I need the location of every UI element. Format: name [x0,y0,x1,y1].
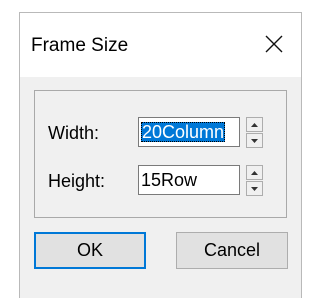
arrow-down-icon [251,186,258,191]
width-label: Width: [48,123,100,143]
width-field[interactable]: 20Column [138,117,240,147]
size-group: Width: 20Column Height: 15Row [34,90,287,218]
width-spinner[interactable] [246,117,263,148]
arrow-up-icon [251,122,258,127]
title-bar: Frame Size [20,13,301,77]
dialog-title: Frame Size [31,35,129,56]
height-spin-down[interactable] [246,181,263,196]
height-spin-up[interactable] [246,165,263,180]
height-label: Height: [48,171,106,191]
arrow-down-icon [251,138,258,143]
height-field[interactable]: 15Row [138,165,240,195]
arrow-up-icon [251,170,258,175]
close-button[interactable] [251,23,297,65]
height-value: 15Row [141,170,198,190]
width-spin-down[interactable] [246,133,263,148]
ok-button[interactable]: OK [34,232,146,269]
frame-size-dialog: Frame Size Width: 20Column Height: 15Row [19,12,302,298]
width-value: 20Column [141,122,226,142]
close-icon [265,35,283,53]
width-spin-up[interactable] [246,117,263,132]
height-spinner[interactable] [246,165,263,196]
cancel-button[interactable]: Cancel [176,232,288,269]
